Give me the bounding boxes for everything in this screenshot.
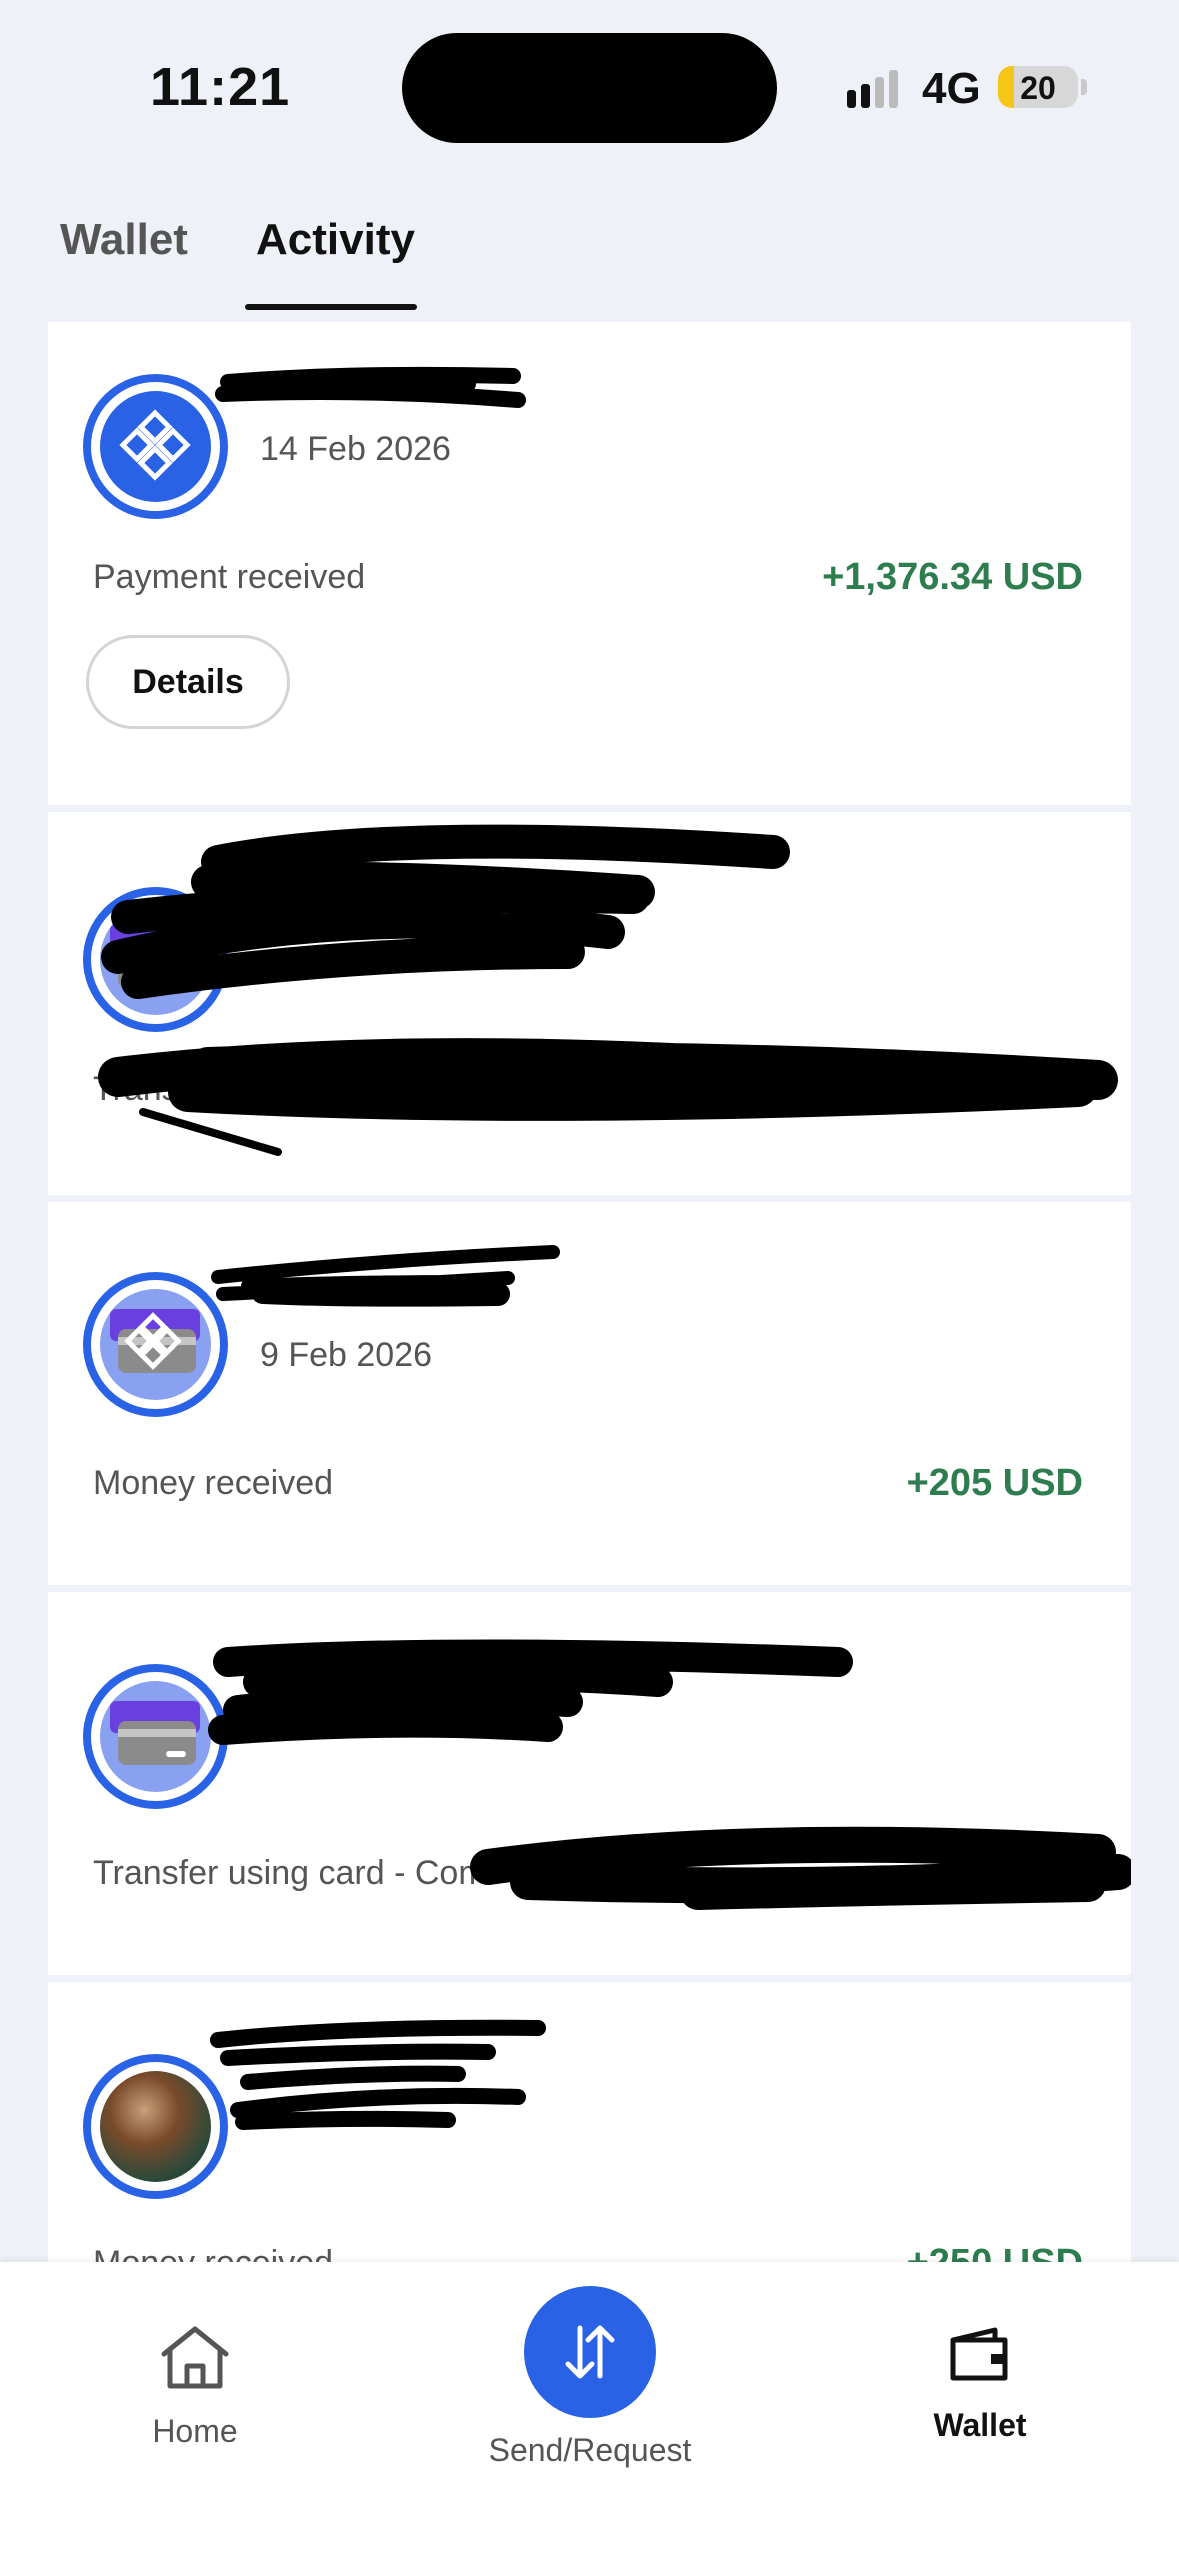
active-tab-indicator [245,304,417,310]
activity-item[interactable]: Money received +250 USD [48,1982,1131,2282]
details-button[interactable]: Details [86,635,290,729]
cellular-signal-icon [847,70,898,108]
activity-date: 14 Feb 2026 [260,430,451,468]
tab-wallet[interactable]: Wallet [60,215,188,265]
home-icon [161,2326,229,2389]
activity-item[interactable]: 9 Feb 2026 Money received +205 USD [48,1202,1131,1585]
bottom-navigation: Home Send/Request Wallet [0,2262,1179,2556]
status-bar: 11:21 4G 20 [0,0,1179,175]
battery-tip [1081,79,1087,95]
transfer-arrows-icon [565,2325,615,2379]
activity-date: 9 Feb 2026 [260,1336,433,1374]
nav-home-label: Home [152,2413,238,2449]
battery-icon: 20 [998,66,1078,108]
status-time: 11:21 [150,57,291,117]
activity-description: Money received [93,1464,334,1502]
redaction-scribble [98,824,1118,1156]
activity-item[interactable]: 14 Feb 2026 Payment received +1,376.34 U… [48,322,1131,805]
send-request-button[interactable] [524,2286,656,2418]
nav-send-request-label: Send/Request [488,2432,692,2468]
nav-wallet-label: Wallet [933,2407,1027,2443]
dynamic-island [402,33,777,143]
network-type: 4G [922,64,981,113]
nav-home[interactable]: Home [120,2324,270,2450]
nav-wallet[interactable]: Wallet [905,2324,1055,2444]
redaction-scribble [211,1245,560,1307]
activity-amount: +205 USD [906,1462,1083,1504]
nav-send-request[interactable]: Send/Request [460,2286,720,2469]
battery-level: 20 [1020,70,1056,106]
tab-activity[interactable]: Activity [256,215,415,265]
activity-item[interactable]: Transfer using card - Com [48,1592,1131,1975]
activity-item[interactable]: Transfer using card [48,812,1131,1195]
redaction-scribble [208,1639,1131,1910]
wallet-icon [950,2327,1008,2381]
activity-description: Payment received [93,558,366,596]
activity-amount: +1,376.34 USD [822,556,1083,598]
redaction-scribble [210,2019,546,2130]
